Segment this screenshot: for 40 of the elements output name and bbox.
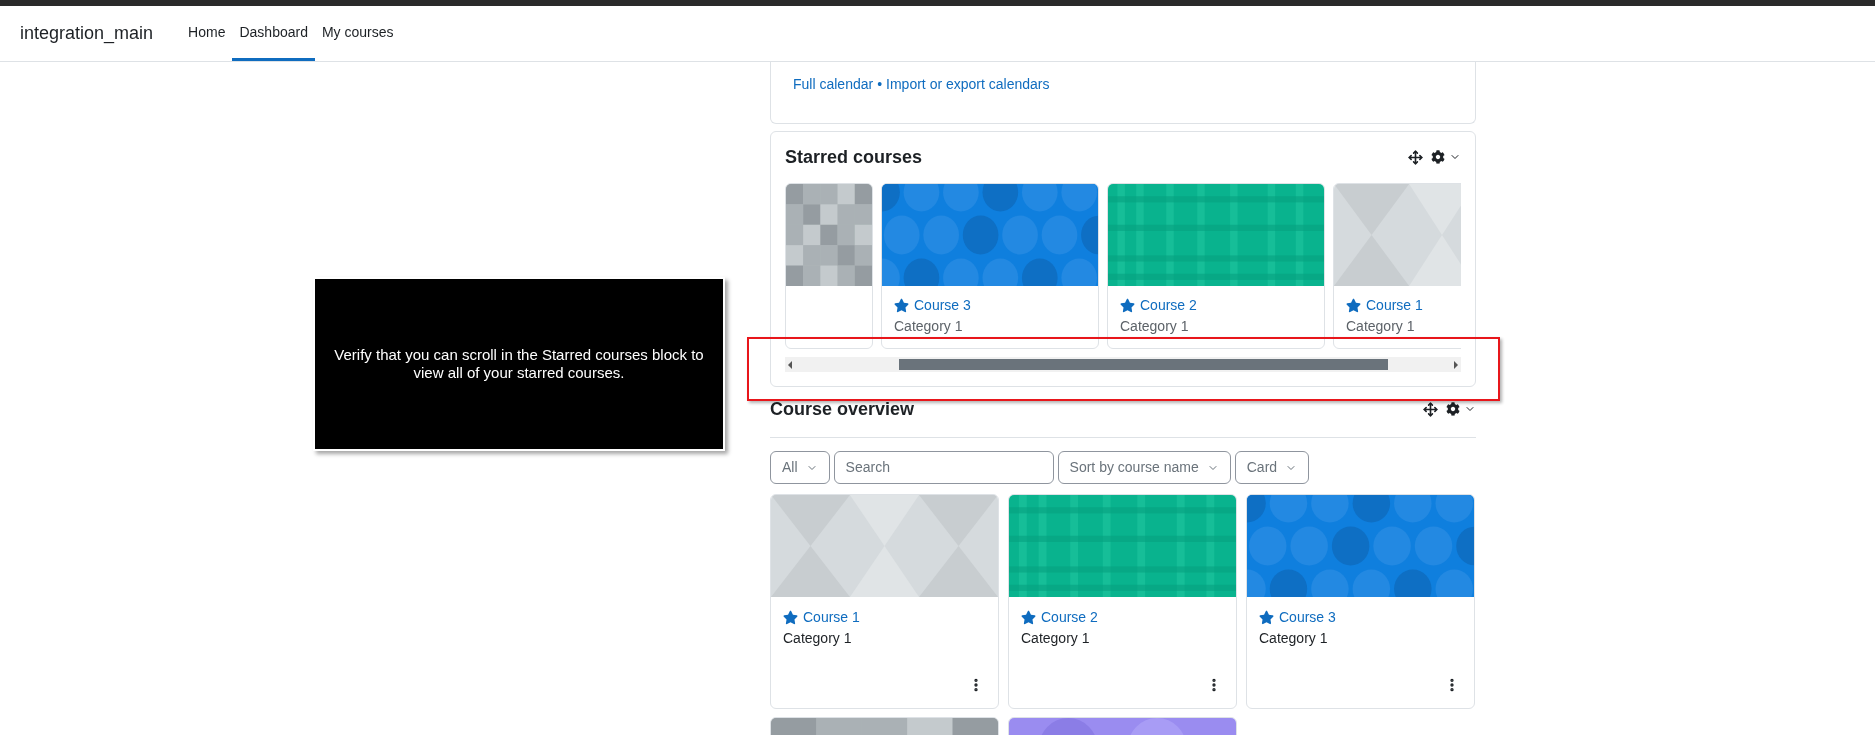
filter-dropdown[interactable]: All bbox=[770, 451, 830, 484]
nav-link[interactable]: Home bbox=[181, 6, 233, 61]
course-card[interactable]: Course 2 Category 1 bbox=[1008, 494, 1237, 709]
nav-link[interactable]: Dashboard bbox=[232, 6, 315, 61]
horizontal-scrollbar[interactable] bbox=[785, 357, 1461, 372]
course-category: Category 1 bbox=[1021, 629, 1091, 648]
calendar-link[interactable]: Full calendar bbox=[793, 74, 874, 95]
course-card[interactable]: Course 2 Category 1 bbox=[1107, 183, 1325, 349]
course-category: Category 1 bbox=[783, 629, 853, 648]
block-title: Starred courses bbox=[785, 145, 923, 169]
search-field[interactable]: Search bbox=[833, 451, 1054, 484]
course-category: Category 1 bbox=[1120, 317, 1190, 336]
course-link[interactable]: Course 2 bbox=[1140, 295, 1197, 315]
course-card[interactable] bbox=[785, 183, 873, 349]
instruction-text: Verify that you can scroll in the Starred courses block to view all of your starred courses. bbox=[333, 346, 705, 382]
nav-link[interactable]: My courses bbox=[314, 6, 401, 61]
course-link[interactable]: Course 3 bbox=[914, 295, 971, 315]
course-card[interactable]: Course 3 Category 1 bbox=[1246, 494, 1475, 709]
course-link[interactable]: Course 1 bbox=[1366, 295, 1423, 315]
course-link[interactable]: Course 1 bbox=[803, 607, 860, 627]
settings-icon bbox=[1446, 402, 1460, 416]
block-settings-button[interactable] bbox=[1431, 150, 1461, 164]
course-category: Category 1 bbox=[894, 317, 964, 336]
filter-dropdown[interactable]: Sort by course name bbox=[1057, 451, 1231, 484]
course-card[interactable]: Course 3 Category 1 bbox=[881, 183, 1099, 349]
site-name[interactable]: integration_main bbox=[20, 20, 154, 47]
move-icon[interactable] bbox=[1408, 149, 1423, 165]
course-category: Category 1 bbox=[1346, 317, 1416, 336]
filter-dropdown[interactable]: Card bbox=[1234, 451, 1310, 484]
calendar-link[interactable]: Import or export calendars bbox=[886, 74, 1050, 95]
block-settings-button[interactable] bbox=[1446, 402, 1476, 416]
settings-icon bbox=[1431, 150, 1445, 164]
course-card[interactable]: Course 1 Category 1 bbox=[770, 494, 999, 709]
course-category: Category 1 bbox=[1259, 629, 1329, 648]
block-title: Course overview bbox=[770, 397, 915, 421]
course-link[interactable]: Course 3 bbox=[1279, 607, 1336, 627]
course-card[interactable]: Course 1 Category 1 bbox=[1333, 183, 1461, 349]
course-link[interactable]: Course 2 bbox=[1041, 607, 1098, 627]
move-icon[interactable] bbox=[1423, 401, 1438, 417]
separator-dot: • bbox=[877, 75, 883, 94]
